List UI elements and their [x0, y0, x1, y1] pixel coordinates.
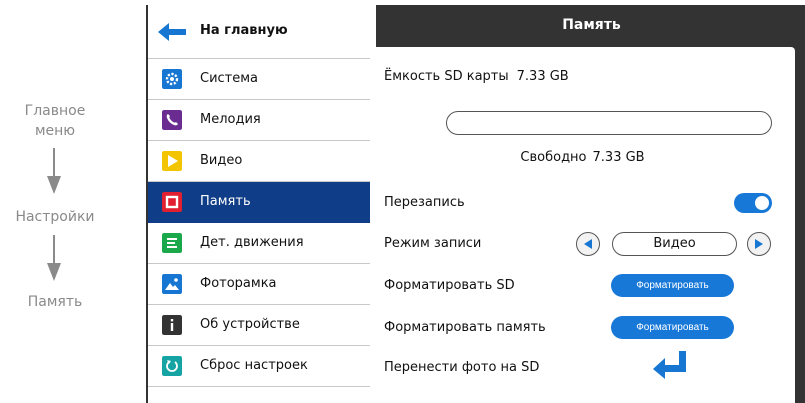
arrow-down-icon — [47, 235, 61, 281]
format-sd-label: Форматировать SD — [384, 278, 515, 293]
format-sd-button[interactable]: Форматировать — [611, 274, 734, 297]
breadcrumb-main-menu-line2: меню — [34, 123, 76, 139]
sidebar-item-melody[interactable]: Мелодия — [148, 100, 378, 141]
arrow-down-icon — [47, 148, 61, 194]
overwrite-toggle[interactable] — [734, 193, 772, 213]
sd-free-row: Свободно 7.33 GB — [370, 150, 795, 165]
gear-icon — [162, 69, 182, 89]
sd-usage-bar — [446, 111, 772, 135]
memory-icon — [162, 192, 182, 212]
arrow-left-icon — [584, 239, 592, 249]
photo-icon — [162, 274, 182, 294]
back-to-home-label: На главную — [200, 23, 288, 38]
breadcrumb: Главное меню Настройки Память — [0, 0, 110, 403]
phone-icon — [162, 110, 182, 130]
sidebar-item-about[interactable]: Об устройстве — [148, 305, 378, 346]
sidebar-item-label: Мелодия — [200, 112, 261, 127]
breadcrumb-main-menu-line1: Главное — [24, 103, 86, 119]
record-mode-next-button[interactable] — [747, 232, 771, 256]
device-screen: На главную Система Мелодия Видео Память … — [146, 5, 805, 403]
sidebar-item-label: Фоторамка — [200, 276, 277, 291]
sd-free-label: Свободно — [520, 150, 587, 165]
info-icon — [162, 315, 182, 335]
back-to-home-button[interactable]: На главную — [148, 5, 378, 59]
sidebar-item-label: Память — [200, 194, 251, 209]
sd-capacity-value: 7.33 GB — [516, 69, 569, 84]
arrow-right-icon — [755, 239, 763, 249]
back-arrow-icon — [158, 23, 186, 41]
sidebar-item-photo-frame[interactable]: Фоторамка — [148, 264, 378, 305]
record-mode-value: Видео — [612, 232, 737, 256]
play-icon — [162, 151, 182, 171]
move-photos-label: Перенести фото на SD — [384, 360, 540, 375]
sidebar-item-video[interactable]: Видео — [148, 141, 378, 182]
sidebar-item-label: Сброс настроек — [200, 358, 308, 373]
breadcrumb-settings: Настройки — [15, 209, 95, 225]
motion-icon — [162, 233, 182, 253]
enter-icon[interactable] — [653, 349, 689, 379]
format-memory-button[interactable]: Форматировать — [611, 316, 734, 339]
record-mode-prev-button[interactable] — [576, 232, 600, 256]
sidebar-item-memory[interactable]: Память — [148, 182, 378, 223]
sidebar-item-system[interactable]: Система — [148, 59, 378, 100]
sd-capacity-row: Ёмкость SD карты 7.33 GB — [384, 69, 569, 84]
memory-settings-panel: Ёмкость SD карты 7.33 GB Свободно 7.33 GB … — [370, 47, 795, 403]
sidebar-item-label: Система — [200, 71, 259, 86]
overwrite-label: Перезапись — [384, 195, 465, 210]
page-title: Память — [562, 17, 621, 33]
sd-free-value: 7.33 GB — [592, 150, 645, 165]
reset-icon — [162, 356, 182, 376]
toggle-knob — [755, 196, 769, 210]
sidebar-item-motion-detection[interactable]: Дет. движения — [148, 223, 378, 264]
sidebar-item-label: Дет. движения — [200, 235, 304, 250]
breadcrumb-main-menu: Главное меню — [0, 101, 110, 141]
breadcrumb-memory: Память — [27, 294, 83, 310]
sidebar-item-label: Видео — [200, 153, 243, 168]
format-memory-label: Форматировать память — [384, 320, 546, 335]
record-mode-label: Режим записи — [384, 236, 482, 251]
settings-sidebar: На главную Система Мелодия Видео Память … — [148, 5, 378, 403]
sidebar-item-factory-reset[interactable]: Сброс настроек — [148, 346, 378, 387]
sd-capacity-label: Ёмкость SD карты — [384, 69, 509, 84]
sidebar-item-label: Об устройстве — [200, 317, 300, 332]
